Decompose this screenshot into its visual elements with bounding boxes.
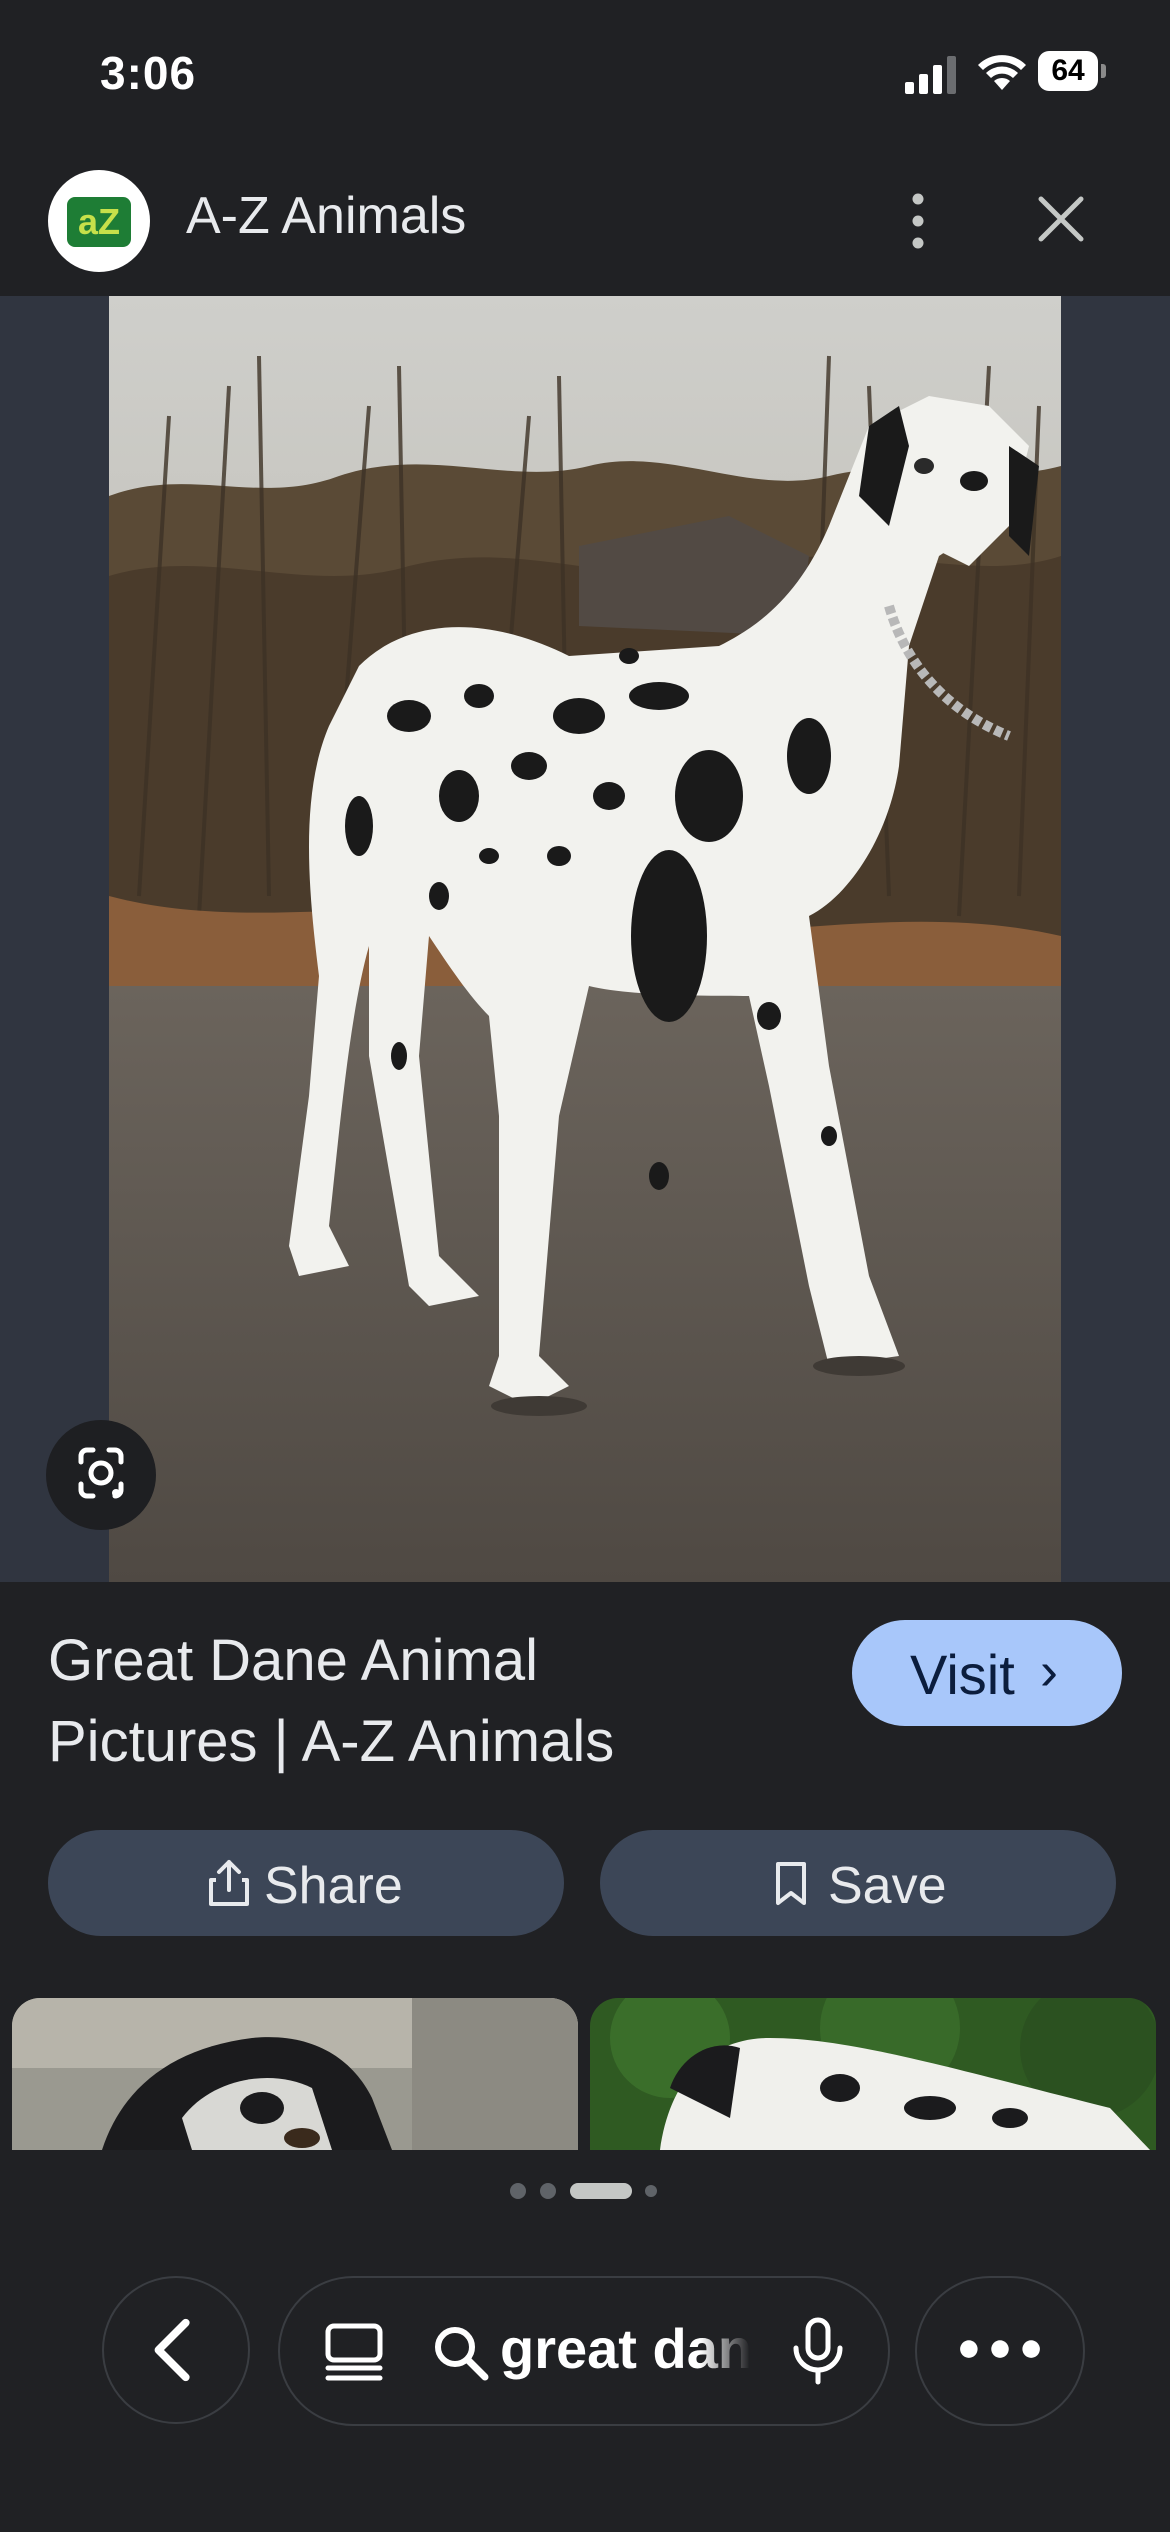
more-horiz-icon xyxy=(960,2340,1040,2358)
close-icon[interactable] xyxy=(1036,194,1086,244)
back-icon xyxy=(154,2318,190,2382)
google-lens-button[interactable] xyxy=(46,1420,156,1530)
more-options-button[interactable] xyxy=(915,2276,1085,2426)
share-label: Share xyxy=(264,1857,403,1915)
cellular-signal-icon xyxy=(905,56,956,94)
wifi-icon xyxy=(978,55,1026,90)
related-image-thumbnail[interactable] xyxy=(590,1998,1156,2150)
page-indicator xyxy=(510,2183,657,2199)
save-label: Save xyxy=(828,1857,947,1915)
battery-icon: 64 xyxy=(1038,51,1106,93)
back-button[interactable] xyxy=(102,2276,250,2424)
search-icon xyxy=(435,2327,489,2381)
visit-button-label: Visit xyxy=(910,1643,1015,1706)
related-image-thumbnail[interactable] xyxy=(12,1998,578,2150)
dog-photo xyxy=(109,296,1061,1582)
dog-thumbnail-image xyxy=(590,1998,1156,2150)
save-button[interactable]: Save xyxy=(600,1830,1116,1936)
mic-icon[interactable] xyxy=(788,2316,848,2388)
site-logo-text: aZ xyxy=(67,197,131,247)
source-header: aZ A-Z Animals xyxy=(0,170,1170,295)
search-bar[interactable]: great dane xyxy=(278,2276,890,2426)
visit-button[interactable]: Visit › xyxy=(852,1620,1122,1726)
share-button[interactable]: Share xyxy=(48,1830,564,1936)
search-query[interactable]: great dane xyxy=(500,2316,750,2381)
bookmark-icon xyxy=(776,1862,806,1905)
result-title[interactable]: Great Dane Animal Pictures | A-Z Animals xyxy=(48,1620,748,1782)
status-bar: 3:06 64 xyxy=(0,0,1170,150)
site-logo[interactable]: aZ xyxy=(48,170,150,272)
battery-level: 64 xyxy=(1051,54,1085,87)
tabs-icon[interactable] xyxy=(322,2320,386,2384)
share-icon xyxy=(209,1860,249,1906)
chevron-right-icon: › xyxy=(1040,1641,1058,1701)
google-lens-icon xyxy=(78,1447,124,1499)
status-time: 3:06 xyxy=(100,47,197,99)
image-preview[interactable] xyxy=(0,296,1170,1582)
site-name[interactable]: A-Z Animals xyxy=(186,186,466,246)
more-vert-icon[interactable] xyxy=(900,190,936,252)
dog-thumbnail-image xyxy=(12,1998,578,2150)
